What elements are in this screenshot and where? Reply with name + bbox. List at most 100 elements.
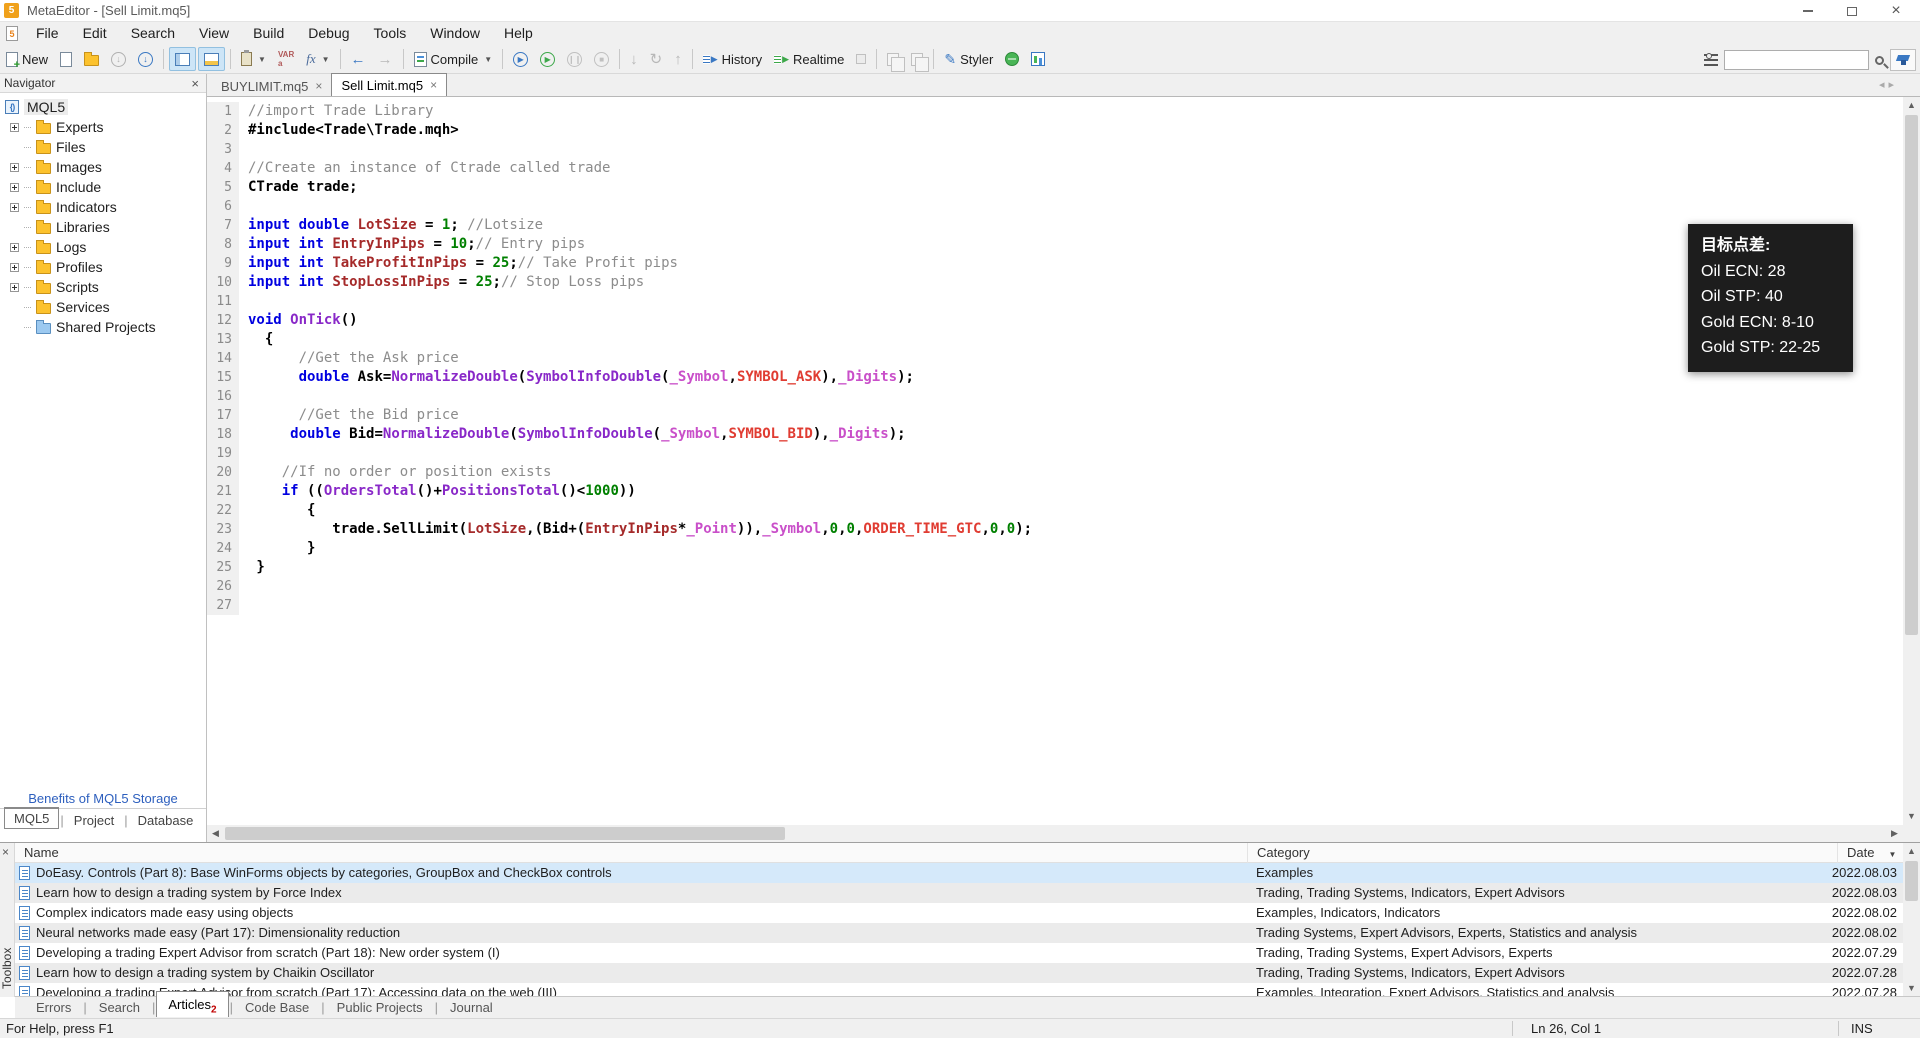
- tree-item-shared-projects[interactable]: Shared Projects: [0, 317, 206, 337]
- scroll-down-icon[interactable]: ▼: [1903, 980, 1920, 997]
- step-over-button[interactable]: ↻: [645, 47, 668, 71]
- community-button[interactable]: [1000, 47, 1024, 71]
- code-line[interactable]: 27: [207, 596, 1903, 615]
- expand-plus-icon[interactable]: [10, 163, 19, 172]
- code-area[interactable]: 1//import Trade Library2#include<Trade\T…: [207, 97, 1903, 825]
- toolbox-tab-errors[interactable]: Errors: [25, 998, 82, 1017]
- code-line[interactable]: 14 //Get the Ask price: [207, 349, 1903, 368]
- code-line[interactable]: 19: [207, 444, 1903, 463]
- scroll-up-icon[interactable]: ▲: [1903, 97, 1920, 114]
- menu-edit[interactable]: Edit: [71, 23, 119, 43]
- table-row[interactable]: Neural networks made easy (Part 17): Dim…: [15, 923, 1903, 943]
- expand-plus-icon[interactable]: [10, 283, 19, 292]
- navigator-toggle-button[interactable]: [169, 47, 196, 71]
- column-header-date[interactable]: Date▼: [1837, 843, 1903, 863]
- tab-close-icon[interactable]: ×: [315, 79, 322, 93]
- minimize-button[interactable]: [1788, 0, 1828, 22]
- menu-view[interactable]: View: [187, 23, 241, 43]
- open-button[interactable]: [79, 47, 104, 71]
- close-button[interactable]: ×: [1876, 0, 1916, 22]
- document-icon[interactable]: [6, 26, 18, 41]
- scroll-left-icon[interactable]: ◀: [207, 825, 224, 842]
- code-line[interactable]: 7input double LotSize = 1; //Lotsize: [207, 216, 1903, 235]
- education-button[interactable]: [1890, 49, 1916, 71]
- snippets-button[interactable]: ▼: [236, 47, 271, 71]
- pause-button[interactable]: ❙❙: [562, 47, 587, 71]
- toolbox-tab-search[interactable]: Search: [88, 998, 151, 1017]
- code-line[interactable]: 10input int StopLossInPips = 25;// Stop …: [207, 273, 1903, 292]
- code-line[interactable]: 13 {: [207, 330, 1903, 349]
- storage-update-button[interactable]: ↓: [133, 47, 158, 71]
- navigator-tab-mql5[interactable]: MQL5: [4, 807, 59, 829]
- code-line[interactable]: 9input int TakeProfitInPips = 25;// Take…: [207, 254, 1903, 273]
- navigator-close-icon[interactable]: ×: [188, 76, 202, 91]
- column-header-category[interactable]: Category: [1247, 843, 1837, 863]
- start-button[interactable]: ▶: [535, 47, 560, 71]
- code-line[interactable]: 25 }: [207, 558, 1903, 577]
- code-line[interactable]: 4//Create an instance of Ctrade called t…: [207, 159, 1903, 178]
- code-line[interactable]: 12void OnTick(): [207, 311, 1903, 330]
- search-icon[interactable]: [1875, 56, 1884, 65]
- tree-item-images[interactable]: Images: [0, 157, 206, 177]
- functions-list-button[interactable]: fx▼: [301, 47, 334, 71]
- tree-item-services[interactable]: Services: [0, 297, 206, 317]
- tree-item-indicators[interactable]: Indicators: [0, 197, 206, 217]
- code-line[interactable]: 2#include<Trade\Trade.mqh>: [207, 121, 1903, 140]
- realtime-button[interactable]: ▶Realtime: [769, 47, 849, 71]
- export-result-button[interactable]: [906, 47, 928, 71]
- search-input[interactable]: [1724, 50, 1869, 70]
- toolbox-toggle-button[interactable]: [198, 47, 225, 71]
- scroll-down-icon[interactable]: ▼: [1903, 808, 1920, 825]
- code-line[interactable]: 5CTrade trade;: [207, 178, 1903, 197]
- code-line[interactable]: 8input int EntryInPips = 10;// Entry pip…: [207, 235, 1903, 254]
- menu-help[interactable]: Help: [492, 23, 545, 43]
- compile-button[interactable]: Compile▼: [409, 47, 498, 71]
- expand-plus-icon[interactable]: [10, 263, 19, 272]
- profiler-stop-button[interactable]: [851, 47, 871, 71]
- table-row[interactable]: DoEasy. Controls (Part 8): Base WinForms…: [15, 863, 1903, 883]
- toolbox-tab-code-base[interactable]: Code Base: [234, 998, 320, 1017]
- code-line[interactable]: 22 {: [207, 501, 1903, 520]
- new-button[interactable]: New: [1, 47, 53, 71]
- toolbox-tab-public-projects[interactable]: Public Projects: [326, 998, 434, 1017]
- code-line[interactable]: 17 //Get the Bid price: [207, 406, 1903, 425]
- history-button[interactable]: ▶History: [698, 47, 767, 71]
- code-line[interactable]: 23 trade.SellLimit(LotSize,(Bid+(EntryIn…: [207, 520, 1903, 539]
- expand-plus-icon[interactable]: [10, 123, 19, 132]
- toolbox-close-icon[interactable]: ×: [2, 845, 9, 859]
- tree-item-experts[interactable]: Experts: [0, 117, 206, 137]
- new-window-button[interactable]: [55, 47, 77, 71]
- tab-close-icon[interactable]: ×: [430, 78, 437, 92]
- table-row[interactable]: Learn how to design a trading system by …: [15, 963, 1903, 983]
- variables-button[interactable]: VARa: [273, 47, 299, 71]
- menu-debug[interactable]: Debug: [296, 23, 361, 43]
- code-line[interactable]: 6: [207, 197, 1903, 216]
- code-line[interactable]: 3: [207, 140, 1903, 159]
- storage-download-button[interactable]: ↓: [106, 47, 131, 71]
- expand-plus-icon[interactable]: [10, 183, 19, 192]
- toolbox-tab-journal[interactable]: Journal: [439, 998, 504, 1017]
- tree-item-libraries[interactable]: Libraries: [0, 217, 206, 237]
- tree-root-mql5[interactable]: MQL5: [0, 97, 206, 117]
- scrollbar-thumb[interactable]: [1905, 861, 1918, 901]
- navigator-tab-database[interactable]: Database: [129, 811, 203, 830]
- styler-button[interactable]: ✎Styler: [939, 47, 998, 71]
- editor-tab-sell-limit.mq5[interactable]: Sell Limit.mq5×: [331, 73, 447, 96]
- scrollbar-thumb[interactable]: [225, 827, 785, 840]
- menu-build[interactable]: Build: [241, 23, 296, 43]
- editor-vertical-scrollbar[interactable]: ▲ ▼: [1903, 97, 1920, 825]
- column-header-name[interactable]: Name: [15, 843, 1247, 863]
- navigator-tab-project[interactable]: Project: [65, 811, 123, 830]
- menu-search[interactable]: Search: [119, 23, 187, 43]
- copy-result-button[interactable]: [882, 47, 904, 71]
- tree-item-include[interactable]: Include: [0, 177, 206, 197]
- toolbox-tab-articles[interactable]: Articles2: [156, 991, 228, 1018]
- toolbox-vertical-scrollbar[interactable]: ▲ ▼: [1903, 843, 1920, 997]
- mql5-storage-link[interactable]: Benefits of MQL5 Storage: [0, 791, 206, 806]
- scrollbar-thumb[interactable]: [1905, 115, 1918, 635]
- menu-file[interactable]: File: [24, 23, 71, 43]
- market-button[interactable]: [1026, 47, 1050, 71]
- menu-window[interactable]: Window: [418, 23, 492, 43]
- step-into-button[interactable]: ↓: [625, 47, 643, 71]
- tab-scroll-arrows[interactable]: ◂▸: [1879, 78, 1898, 91]
